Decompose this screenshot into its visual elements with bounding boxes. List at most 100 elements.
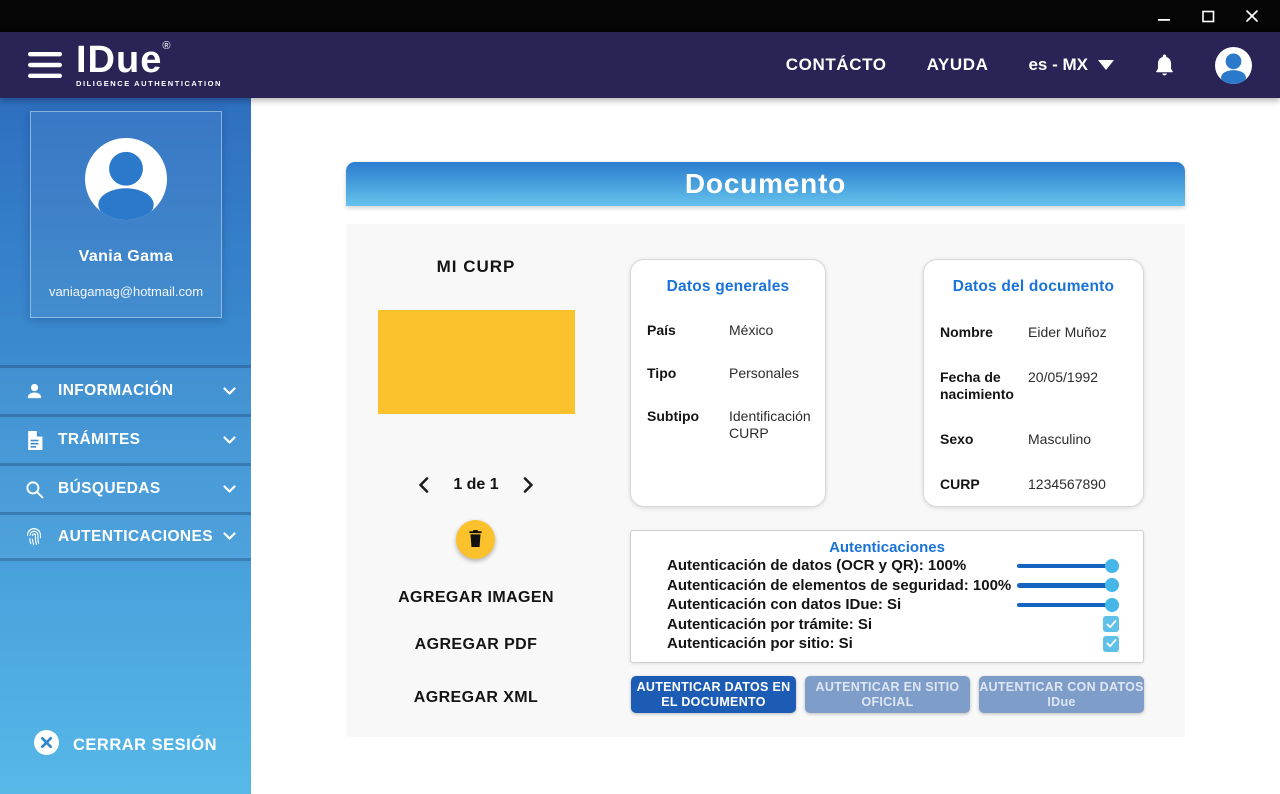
data-row: CURP 1234567890 bbox=[940, 476, 1127, 493]
fingerprint-icon bbox=[24, 527, 44, 546]
auth-label: Autenticación con datos IDue: Si bbox=[667, 596, 901, 613]
auth-row: Autenticación por trámite: Si bbox=[631, 615, 1143, 635]
row-label: Subtipo bbox=[647, 408, 719, 442]
ocr-qr-slider[interactable] bbox=[1017, 559, 1119, 573]
document-image-placeholder[interactable] bbox=[378, 310, 575, 414]
chevron-down-icon bbox=[223, 485, 236, 494]
page-title: Documento bbox=[685, 168, 846, 200]
app-logo: IDue® DILIGENCE AUTHENTICATION bbox=[76, 42, 222, 88]
sidebar-item-autenticaciones[interactable]: AUTENTICACIONES bbox=[0, 512, 251, 561]
data-row: País México bbox=[647, 322, 809, 339]
document-name: MI CURP bbox=[346, 257, 606, 277]
profile-avatar bbox=[85, 138, 167, 220]
row-value: Personales bbox=[729, 365, 799, 382]
security-elements-slider[interactable] bbox=[1017, 578, 1119, 592]
minimize-button[interactable] bbox=[1156, 8, 1172, 24]
page-indicator: 1 de 1 bbox=[453, 476, 498, 494]
app-header: IDue® DILIGENCE AUTHENTICATION CONTÁCTO … bbox=[0, 32, 1280, 98]
documento-header: Documento bbox=[346, 162, 1185, 206]
delete-document-button[interactable] bbox=[456, 520, 495, 559]
autenticar-datos-documento-button[interactable]: AUTENTICAR DATOS EN EL DOCUMENTO bbox=[631, 676, 796, 713]
row-value: México bbox=[729, 322, 773, 339]
add-xml-button[interactable]: AGREGAR XML bbox=[346, 689, 606, 707]
card-title: Datos generales bbox=[647, 278, 809, 296]
card-title: Autenticaciones bbox=[631, 539, 1143, 556]
logo-tagline: DILIGENCE AUTHENTICATION bbox=[76, 79, 222, 88]
row-value: Identificación CURP bbox=[729, 408, 811, 442]
logo-text: IDue bbox=[76, 39, 162, 81]
profile-name: Vania Gama bbox=[79, 248, 174, 266]
auth-label: Autenticación por sitio: Si bbox=[667, 635, 853, 652]
add-pdf-button[interactable]: AGREGAR PDF bbox=[346, 636, 606, 654]
chevron-down-icon bbox=[223, 387, 236, 396]
pagination: 1 de 1 bbox=[346, 476, 606, 494]
data-row: Nombre Eider Muñoz bbox=[940, 324, 1127, 341]
card-title: Datos del documento bbox=[940, 278, 1127, 296]
row-label: Nombre bbox=[940, 324, 1018, 341]
chevron-down-icon bbox=[223, 436, 236, 445]
data-row: Fecha de nacimiento 20/05/1992 bbox=[940, 369, 1127, 403]
sidebar-item-label: INFORMACIÓN bbox=[58, 382, 173, 400]
sidebar-item-busquedas[interactable]: BÚSQUEDAS bbox=[0, 463, 251, 512]
autenticar-sitio-oficial-button[interactable]: AUTENTICAR EN SITIO OFICIAL bbox=[805, 676, 970, 713]
auth-row: Autenticación con datos IDue: Si bbox=[631, 595, 1143, 615]
trash-icon bbox=[468, 530, 483, 550]
auth-row: Autenticación de elementos de seguridad:… bbox=[631, 576, 1143, 596]
document-icon bbox=[24, 431, 44, 450]
nav-contact-link[interactable]: CONTÁCTO bbox=[786, 55, 887, 75]
documento-panel: MI CURP 1 de 1 AGREGAR IMAGEN AGREGAR PD… bbox=[346, 224, 1185, 737]
close-button[interactable] bbox=[1244, 8, 1260, 24]
document-viewer: MI CURP 1 de 1 AGREGAR IMAGEN AGREGAR PD… bbox=[346, 224, 606, 737]
row-value: 20/05/1992 bbox=[1028, 369, 1098, 403]
sitio-checkbox[interactable] bbox=[1103, 636, 1119, 652]
data-row: Subtipo Identificación CURP bbox=[647, 408, 809, 442]
profile-card: Vania Gama vaniagamag@hotmail.com bbox=[30, 111, 222, 318]
registered-mark: ® bbox=[162, 40, 170, 52]
next-page-icon[interactable] bbox=[523, 477, 534, 493]
row-value: 1234567890 bbox=[1028, 476, 1106, 493]
maximize-button[interactable] bbox=[1200, 8, 1216, 24]
data-row: Tipo Personales bbox=[647, 365, 809, 382]
data-row: Sexo Masculino bbox=[940, 431, 1127, 448]
user-avatar[interactable] bbox=[1215, 47, 1252, 84]
sidebar-menu: INFORMACIÓN TRÁMITES BÚSQUEDAS bbox=[0, 365, 251, 561]
window-titlebar bbox=[0, 0, 1280, 32]
sidebar-item-informacion[interactable]: INFORMACIÓN bbox=[0, 365, 251, 414]
sidebar-item-label: TRÁMITES bbox=[58, 431, 140, 449]
auth-row: Autenticación por sitio: Si bbox=[631, 634, 1143, 654]
language-value: es - MX bbox=[1028, 55, 1088, 75]
tramite-checkbox[interactable] bbox=[1103, 616, 1119, 632]
person-icon bbox=[24, 382, 44, 401]
logout-button[interactable]: CERRAR SESIÓN bbox=[34, 730, 217, 760]
autenticaciones-card: Autenticaciones Autenticación de datos (… bbox=[630, 530, 1144, 663]
datos-generales-card: Datos generales País México Tipo Persona… bbox=[630, 259, 826, 507]
close-circle-icon bbox=[34, 730, 59, 760]
logout-label: CERRAR SESIÓN bbox=[73, 736, 217, 755]
auth-label: Autenticación por trámite: Si bbox=[667, 616, 872, 633]
autenticar-datos-idue-button[interactable]: AUTENTICAR CON DATOS IDue bbox=[979, 676, 1144, 713]
chevron-down-icon bbox=[223, 532, 236, 541]
auth-label: Autenticación de elementos de seguridad:… bbox=[667, 577, 1011, 594]
row-label: Tipo bbox=[647, 365, 719, 382]
row-label: Sexo bbox=[940, 431, 1018, 448]
hamburger-menu-icon[interactable] bbox=[28, 52, 62, 78]
row-label: Fecha de nacimiento bbox=[940, 369, 1018, 403]
row-label: CURP bbox=[940, 476, 1018, 493]
row-value: Eider Muñoz bbox=[1028, 324, 1107, 341]
sidebar: Vania Gama vaniagamag@hotmail.com INFORM… bbox=[0, 98, 251, 794]
search-icon bbox=[24, 480, 44, 499]
chevron-down-icon bbox=[1098, 60, 1114, 70]
sidebar-item-label: AUTENTICACIONES bbox=[58, 528, 213, 546]
auth-row: Autenticación de datos (OCR y QR): 100% bbox=[631, 556, 1143, 576]
sidebar-item-label: BÚSQUEDAS bbox=[58, 480, 161, 498]
previous-page-icon[interactable] bbox=[418, 477, 429, 493]
row-value: Masculino bbox=[1028, 431, 1091, 448]
add-image-button[interactable]: AGREGAR IMAGEN bbox=[346, 589, 606, 607]
idue-data-slider[interactable] bbox=[1017, 598, 1119, 612]
auth-label: Autenticación de datos (OCR y QR): 100% bbox=[667, 557, 966, 574]
nav-help-link[interactable]: AYUDA bbox=[927, 55, 989, 75]
sidebar-item-tramites[interactable]: TRÁMITES bbox=[0, 414, 251, 463]
language-selector[interactable]: es - MX bbox=[1028, 55, 1114, 75]
notifications-bell-icon[interactable] bbox=[1154, 53, 1175, 77]
profile-email: vaniagamag@hotmail.com bbox=[49, 284, 203, 299]
